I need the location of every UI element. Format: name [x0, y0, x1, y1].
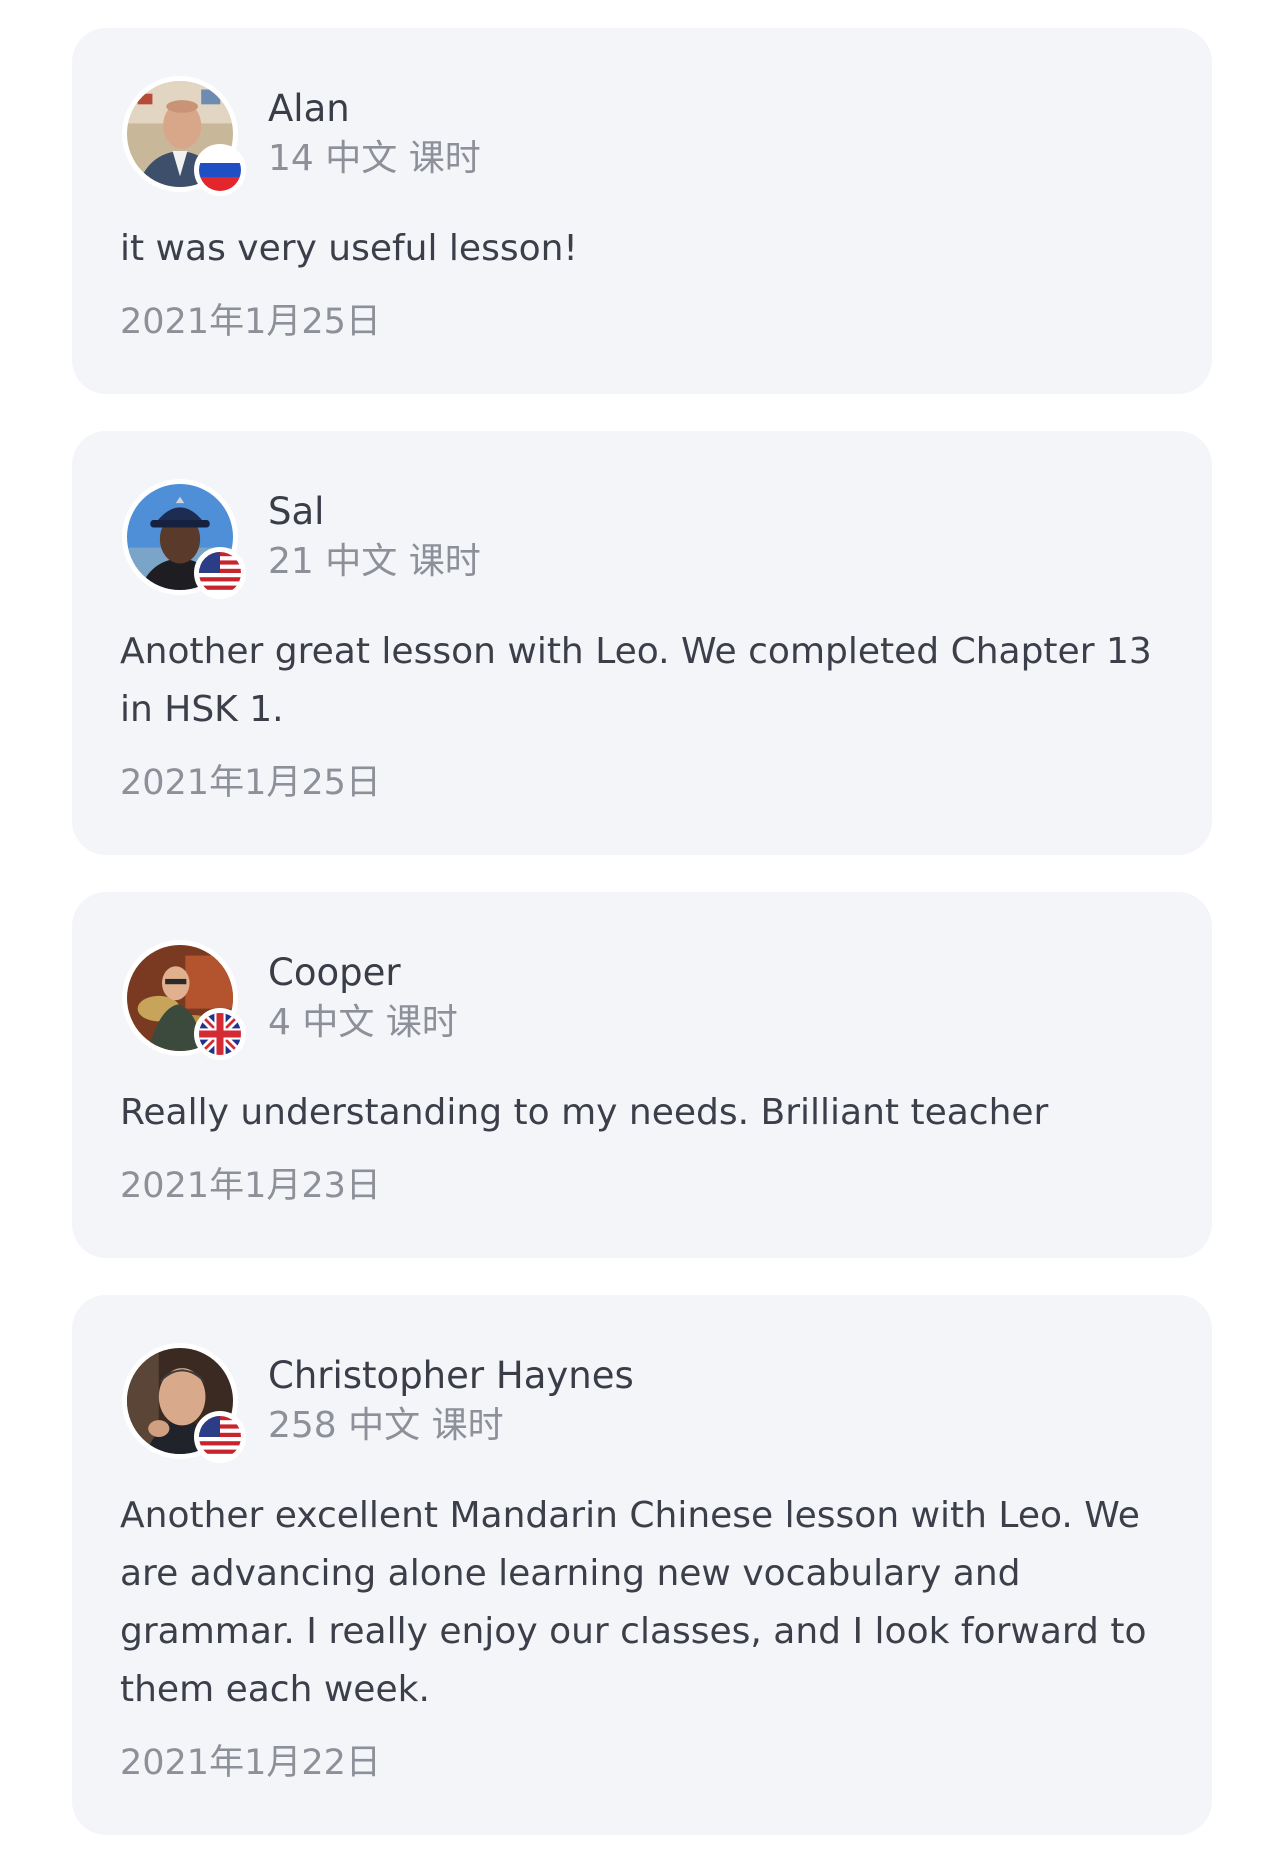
- review-text: Another great lesson with Leo. We comple…: [120, 631, 1152, 730]
- lesson-count: 14 中文 课时: [268, 138, 481, 179]
- review-text: Another excellent Mandarin Chinese lesso…: [120, 1495, 1147, 1710]
- reviewer-avatar-group[interactable]: [122, 76, 246, 196]
- reviewer-avatar-group[interactable]: [122, 479, 246, 599]
- review-text: it was very useful lesson!: [120, 228, 578, 269]
- reviewer-name[interactable]: Sal: [268, 487, 481, 537]
- usa-flag-icon: [194, 1411, 246, 1463]
- review-card: Christopher Haynes 258 中文 课时 Another exc…: [72, 1295, 1212, 1835]
- review-list: Alan 14 中文 课时 it was very useful lesson!…: [72, 28, 1212, 1872]
- reviewer-name[interactable]: Christopher Haynes: [268, 1351, 634, 1401]
- reviewer-name[interactable]: Alan: [268, 84, 481, 134]
- review-text: Really understanding to my needs. Brilli…: [120, 1092, 1049, 1133]
- review-date: 2021年1月22日: [120, 1743, 381, 1783]
- review-date: 2021年1月25日: [120, 763, 381, 803]
- review-header: Christopher Haynes 258 中文 课时: [120, 1343, 1164, 1463]
- uk-flag-icon: [194, 1008, 246, 1060]
- review-header: Alan 14 中文 课时: [120, 76, 1164, 196]
- lesson-count: 21 中文 课时: [268, 541, 481, 582]
- usa-flag-icon: [194, 547, 246, 599]
- reviewer-meta: Cooper 4 中文 课时: [268, 948, 458, 1048]
- review-header: Sal 21 中文 课时: [120, 479, 1164, 599]
- review-date: 2021年1月25日: [120, 302, 381, 342]
- lesson-count: 4 中文 课时: [268, 1002, 458, 1043]
- reviewer-name[interactable]: Cooper: [268, 948, 458, 998]
- review-card: Sal 21 中文 课时 Another great lesson with L…: [72, 431, 1212, 855]
- lesson-count: 258 中文 课时: [268, 1405, 504, 1446]
- review-card: Alan 14 中文 课时 it was very useful lesson!…: [72, 28, 1212, 394]
- review-card: Cooper 4 中文 课时 Really understanding to m…: [72, 892, 1212, 1258]
- reviewer-meta: Christopher Haynes 258 中文 课时: [268, 1351, 634, 1451]
- reviewer-avatar-group[interactable]: [122, 940, 246, 1060]
- reviewer-meta: Sal 21 中文 课时: [268, 487, 481, 587]
- reviewer-avatar-group[interactable]: [122, 1343, 246, 1463]
- reviewer-meta: Alan 14 中文 课时: [268, 84, 481, 184]
- russia-flag-icon: [194, 144, 246, 196]
- review-date: 2021年1月23日: [120, 1166, 381, 1206]
- review-header: Cooper 4 中文 课时: [120, 940, 1164, 1060]
